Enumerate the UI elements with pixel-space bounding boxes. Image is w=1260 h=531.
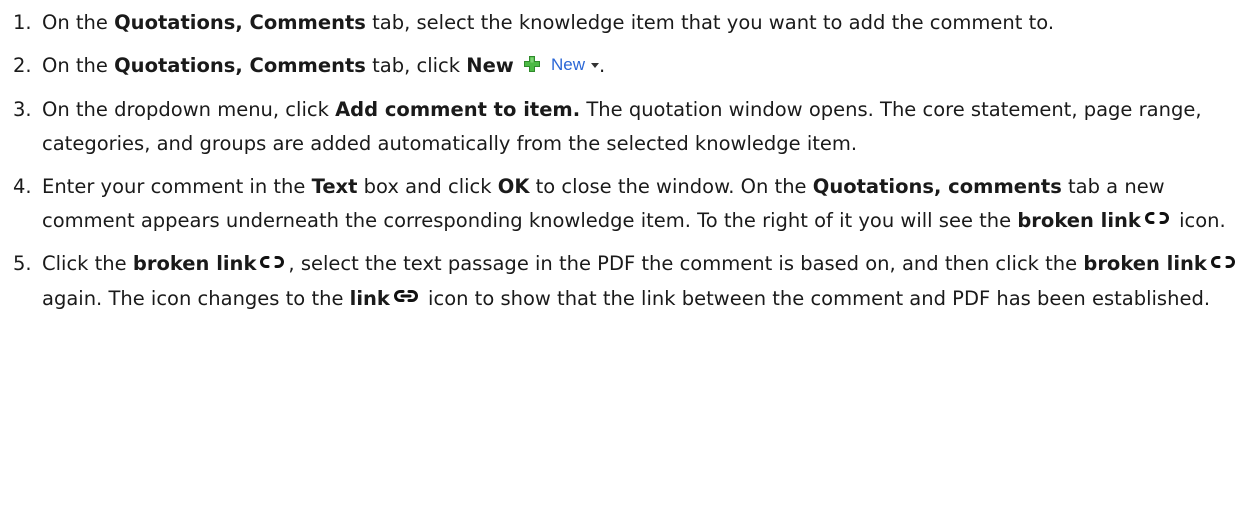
step-text: icon to show that the link between the c… — [421, 286, 1211, 310]
icon-name: link — [349, 286, 390, 310]
step-number: 3. — [13, 97, 32, 121]
step-2: 2. On the Quotations, Comments tab, clic… — [0, 49, 1260, 84]
step-text: box and click — [357, 174, 498, 198]
button-name: New — [466, 54, 514, 77]
step-text: . — [599, 54, 606, 77]
broken-link-icon — [1210, 246, 1235, 280]
icon-name: broken link — [132, 252, 257, 275]
broken-link-icon — [260, 246, 285, 280]
new-button-label: New — [551, 54, 586, 74]
step-number: 2. — [13, 54, 32, 77]
step-4: 4. Enter your comment in the Text box an… — [0, 170, 1260, 239]
icon-name: broken link — [1083, 252, 1207, 275]
step-number: 5. — [13, 252, 32, 275]
step-text: On the dropdown menu, click — [42, 97, 336, 121]
step-text: Enter your comment in the — [42, 174, 312, 198]
step-1: 1. On the Quotations, Comments tab, sele… — [0, 6, 1260, 40]
step-text: tab, click — [365, 54, 467, 77]
field-name: Text — [311, 174, 358, 198]
icon-name: broken link — [1017, 208, 1141, 232]
link-icon — [393, 280, 418, 314]
step-text: to close the window. On the — [529, 174, 813, 198]
green-plus-icon — [523, 50, 541, 84]
steps-list: 1. On the Quotations, Comments tab, sele… — [0, 0, 1260, 316]
broken-link-icon — [1144, 202, 1169, 236]
tab-name: Quotations, Comments — [114, 54, 366, 77]
menu-item-name: Add comment to item. — [335, 97, 581, 121]
step-text: again. The icon changes to the — [42, 286, 350, 310]
step-text: Click the — [42, 252, 133, 275]
chevron-down-icon — [591, 62, 600, 68]
step-number: 1. — [13, 11, 32, 34]
tab-name: Quotations, Comments — [114, 11, 366, 34]
document: 1. On the Quotations, Comments tab, sele… — [0, 0, 1260, 531]
step-text: icon. — [1172, 208, 1226, 232]
step-text: , select the text passage in the PDF the… — [288, 252, 1084, 275]
button-name: OK — [497, 174, 530, 198]
step-text: On the — [42, 54, 115, 77]
step-5: 5. Click the broken link , select the te… — [0, 247, 1260, 316]
new-dropdown-button: New — [547, 48, 600, 82]
step-3: 3. On the dropdown menu, click Add comme… — [0, 93, 1260, 161]
step-number: 4. — [13, 174, 32, 198]
step-text: tab, select the knowledge item that you … — [365, 11, 1055, 34]
step-text: On the — [42, 11, 115, 34]
tab-name: Quotations, comments — [812, 174, 1062, 198]
